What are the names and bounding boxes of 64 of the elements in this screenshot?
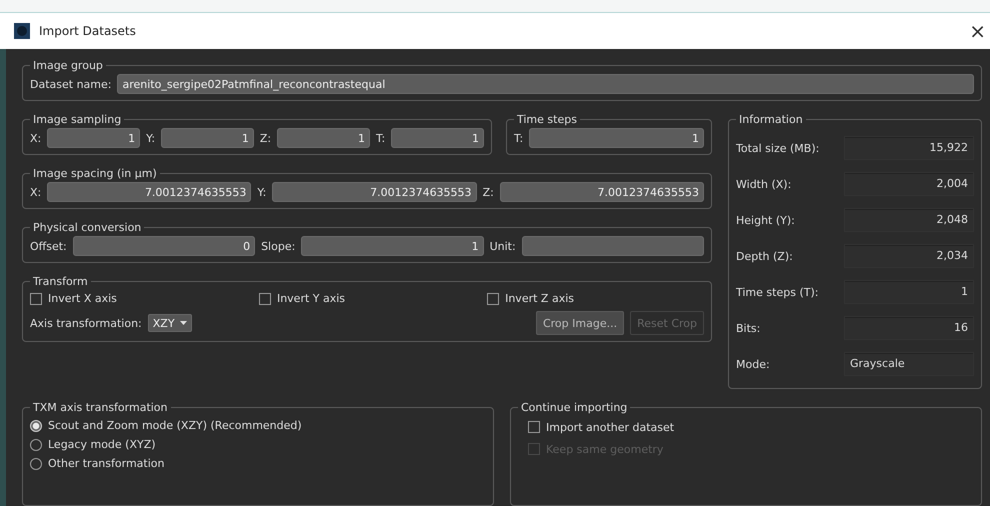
field-label: Z: xyxy=(260,132,272,144)
number-field[interactable]: 7.0012374635553 xyxy=(47,182,252,202)
number-field[interactable]: 1 xyxy=(161,128,254,148)
info-value: Grayscale xyxy=(844,352,974,376)
info-label: Width (X): xyxy=(736,178,792,190)
checkbox[interactable]: Invert Y axis xyxy=(258,292,346,305)
number-field[interactable]: 0 xyxy=(72,236,256,256)
info-label: Height (Y): xyxy=(736,214,796,226)
dataset-name-field[interactable]: arenito_sergipe02Patmfinal_reconcontrastequal xyxy=(117,74,974,94)
number-field[interactable]: 7.0012374635553 xyxy=(272,182,477,202)
close-button[interactable]: × xyxy=(965,19,990,43)
caret-icon xyxy=(180,321,187,325)
field-label: Y: xyxy=(146,132,156,144)
group-title: Image group xyxy=(32,59,104,72)
info-value: 2,048 xyxy=(844,208,974,232)
info-label: Bits: xyxy=(736,322,762,334)
group-title: Physical conversion xyxy=(32,221,142,234)
group-title: Information xyxy=(738,113,804,126)
field-label: Offset: xyxy=(30,240,67,252)
group-title: Continue importing xyxy=(520,401,628,414)
info-value: 2,034 xyxy=(844,244,974,268)
number-field[interactable] xyxy=(522,236,704,256)
info-value: 15,922 xyxy=(844,136,974,160)
field-label: Axis transformation: xyxy=(30,316,142,330)
field-label: Z: xyxy=(482,186,494,198)
number-field[interactable]: 1 xyxy=(391,128,484,148)
field-label: Slope: xyxy=(261,240,296,252)
checkbox[interactable]: Import another dataset xyxy=(528,416,974,438)
checkbox[interactable]: Invert Z axis xyxy=(487,292,574,305)
info-label: Total size (MB): xyxy=(736,142,820,154)
group-title: Time steps xyxy=(516,113,578,126)
field-label: Unit: xyxy=(490,240,516,252)
info-label: Depth (Z): xyxy=(736,250,794,262)
field-label: Dataset name: xyxy=(30,78,112,90)
window-title: Import Datasets xyxy=(39,24,137,38)
radio-button[interactable] xyxy=(30,458,42,470)
group-title: Image sampling xyxy=(32,113,122,126)
group-title: Image spacing (in µm) xyxy=(32,167,158,180)
action-button[interactable]: Crop Image... xyxy=(536,311,624,335)
axis-dropdown[interactable]: XZY xyxy=(148,314,192,332)
field-label: Y: xyxy=(257,186,266,198)
radio-label: Legacy mode (XYZ) xyxy=(48,438,156,451)
checkbox[interactable]: Invert X axis xyxy=(30,292,117,305)
app-icon xyxy=(14,23,30,39)
field-label: X: xyxy=(30,186,42,198)
field-label: T: xyxy=(376,132,386,144)
number-field[interactable]: 1 xyxy=(301,236,484,256)
info-label: Mode: xyxy=(736,358,771,370)
radio-button[interactable] xyxy=(30,420,42,432)
field-label: T: xyxy=(514,132,524,144)
radio-button[interactable] xyxy=(30,438,42,450)
number-field[interactable]: 1 xyxy=(277,128,370,148)
info-label: Time steps (T): xyxy=(736,286,820,298)
info-value: 1 xyxy=(844,280,974,304)
number-field[interactable]: 7.0012374635553 xyxy=(500,182,704,202)
group-title: TXM axis transformation xyxy=(32,401,169,414)
radio-label: Scout and Zoom mode (XZY) (Recommended) xyxy=(48,419,302,432)
info-value: 2,004 xyxy=(844,172,974,196)
number-field[interactable]: 1 xyxy=(529,128,704,148)
field-label: X: xyxy=(30,132,42,144)
number-field[interactable]: 1 xyxy=(47,128,140,148)
radio-label: Other transformation xyxy=(48,457,164,470)
group-title: Transform xyxy=(32,275,89,288)
info-value: 16 xyxy=(844,316,974,340)
